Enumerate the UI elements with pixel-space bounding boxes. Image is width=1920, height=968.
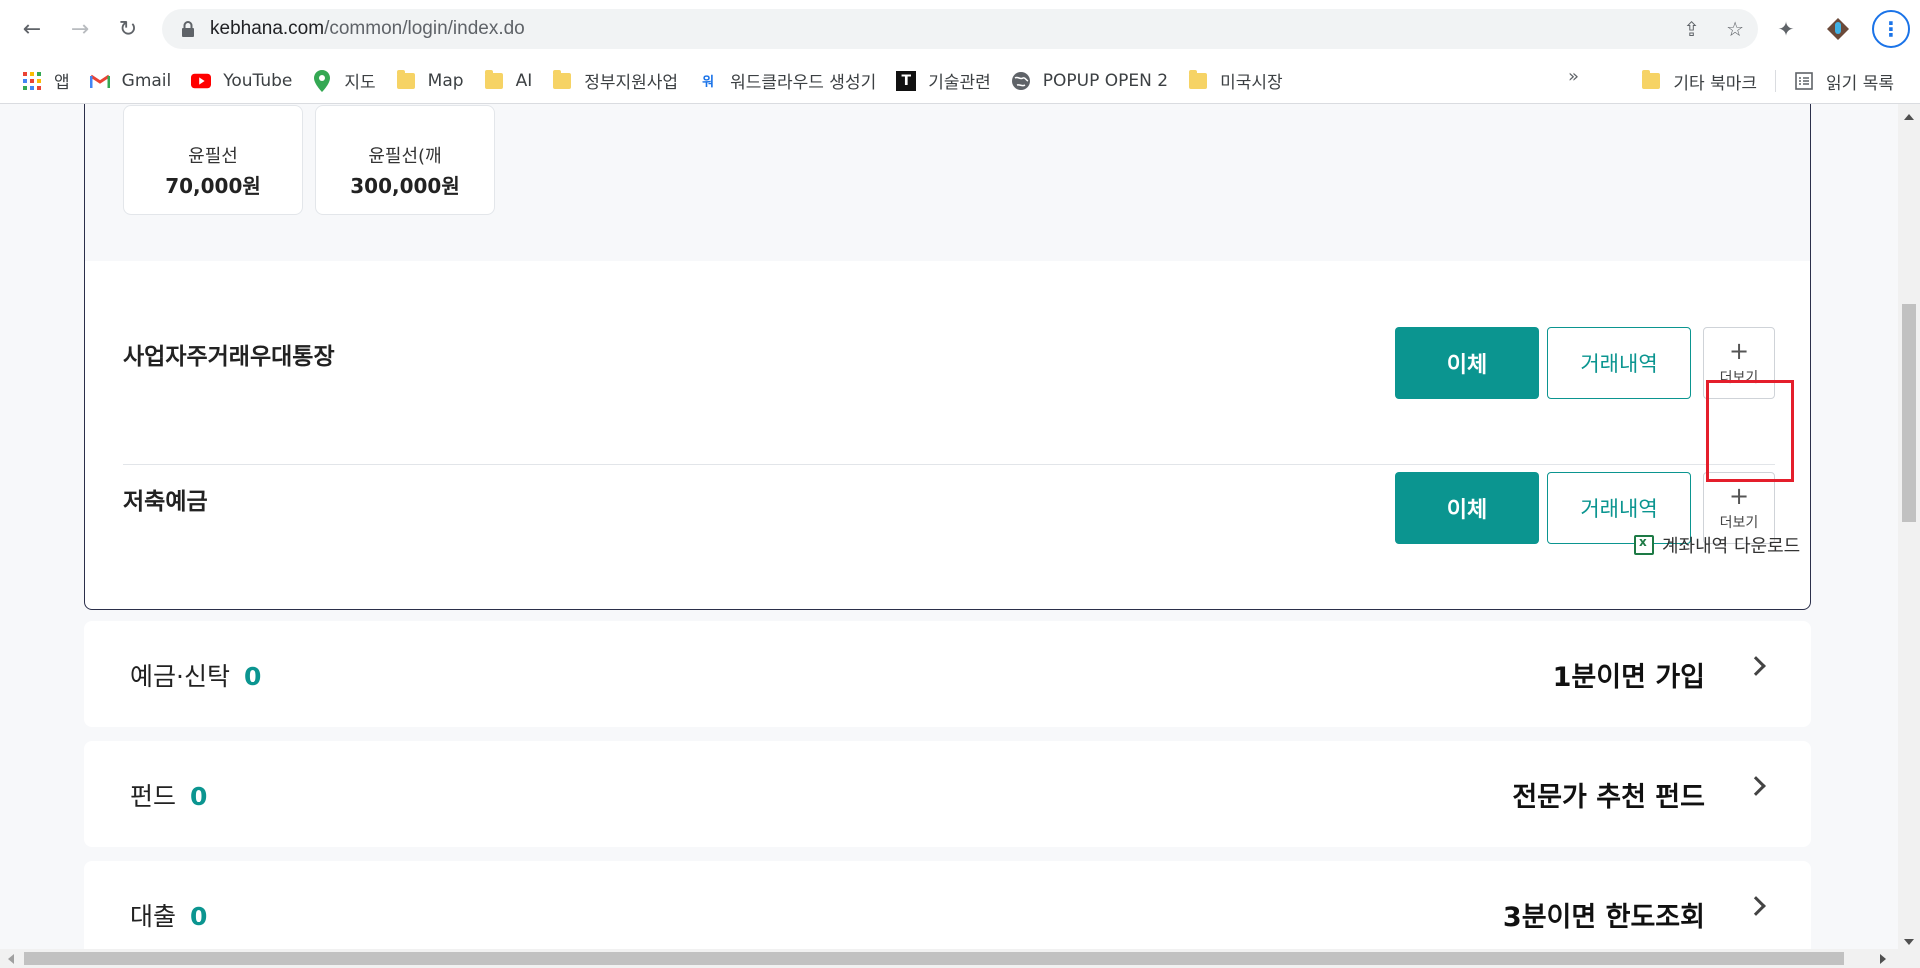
- chevron-right-icon: [1746, 896, 1766, 916]
- folder-icon: [552, 69, 572, 91]
- youtube-icon: [191, 71, 212, 91]
- product-cta: 3분이면 한도조회: [1502, 902, 1705, 933]
- account-name: 사업자주거래우대통장: [123, 344, 335, 370]
- bookmark-apps[interactable]: 앱: [12, 66, 80, 96]
- account-row: 저축예금 이체 거래내역 + 더보기: [123, 436, 1775, 581]
- product-name: 대출: [130, 902, 177, 931]
- chevron-right-icon: [1746, 656, 1766, 676]
- product-cta: 1분이면 가입: [1552, 662, 1705, 693]
- reload-icon[interactable]: ↻: [108, 9, 148, 49]
- product-card-deposit[interactable]: 예금·신탁 0 1분이면 가입: [84, 621, 1811, 727]
- horizontal-scroll-thumb[interactable]: [24, 952, 1844, 965]
- transaction-history-button[interactable]: 거래내역: [1547, 327, 1691, 399]
- bookmark-tech[interactable]: T 기술관련: [886, 66, 1001, 96]
- transfer-button[interactable]: 이체: [1395, 472, 1539, 544]
- product-cta: 전문가 추천 펀드: [1512, 782, 1705, 813]
- plus-icon: +: [1728, 482, 1750, 510]
- reading-list[interactable]: 읽기 목록: [1784, 66, 1904, 96]
- bookmark-ai-folder[interactable]: AI: [474, 66, 543, 96]
- product-count: 0: [190, 782, 208, 811]
- maps-pin-icon: [312, 69, 332, 92]
- certificate-price: 70,000원: [165, 174, 261, 198]
- product-count: 0: [243, 662, 262, 691]
- gmail-icon: [89, 71, 110, 91]
- product-name: 펀드: [130, 782, 177, 811]
- certificate-area: 윤필선 70,000원 윤필선(깨 300,000원: [85, 104, 1810, 261]
- folder-icon: [396, 69, 416, 91]
- bookmark-map-folder[interactable]: Map: [386, 66, 474, 96]
- bookmarks-bar: 앱 Gmail YouTube 지도 Map AI 정부지원사업 워 워드클라우드…: [0, 58, 1920, 104]
- certificate-name: 윤필선: [188, 146, 238, 167]
- bookmark-wordcloud[interactable]: 워 워드클라우드 생성기: [688, 66, 886, 96]
- product-card-loan[interactable]: 대출 0 3분이면 한도조회: [84, 861, 1811, 949]
- wordcloud-icon: 워: [702, 75, 715, 90]
- product-count: 0: [190, 902, 208, 931]
- vertical-scroll-thumb[interactable]: [1902, 304, 1916, 522]
- vertical-scrollbar[interactable]: [1898, 104, 1920, 949]
- product-card-fund[interactable]: 펀드 0 전문가 추천 펀드: [84, 741, 1811, 847]
- address-bar[interactable]: kebhana.com/common/login/index.do ⇪ ☆: [162, 9, 1758, 49]
- folder-icon: [1188, 69, 1208, 91]
- apps-grid-icon: [22, 71, 42, 91]
- chevron-right-icon: [1746, 776, 1766, 796]
- bookmark-popup[interactable]: POPUP OPEN 2: [1001, 66, 1178, 96]
- bookmarks-overflow-button[interactable]: »: [1568, 66, 1579, 87]
- account-row: 사업자주거래우대통장 이체 거래내역 + 더보기: [123, 291, 1775, 436]
- bookmark-star-icon[interactable]: ☆: [1726, 17, 1744, 41]
- plus-icon: +: [1728, 337, 1750, 365]
- page-content: 윤필선 70,000원 윤필선(깨 300,000원 사업자주거래우대통장 이체…: [0, 104, 1898, 949]
- folder-icon: [1641, 70, 1661, 91]
- reading-list-icon: [1794, 71, 1814, 91]
- globe-icon: [1011, 71, 1031, 91]
- certificate-item[interactable]: 윤필선(깨 300,000원: [315, 105, 495, 215]
- folder-icon: [484, 69, 504, 91]
- certificate-item[interactable]: 윤필선 70,000원: [123, 105, 303, 215]
- bookmark-maps[interactable]: 지도: [302, 66, 385, 96]
- product-name: 예금·신탁: [130, 662, 230, 691]
- transfer-button[interactable]: 이체: [1395, 327, 1539, 399]
- certificate-price: 300,000원: [350, 174, 460, 198]
- back-icon[interactable]: ←: [12, 9, 52, 49]
- scroll-up-icon[interactable]: [1904, 114, 1914, 120]
- excel-icon: [1634, 535, 1654, 555]
- download-label: 계좌내역 다운로드: [1662, 536, 1801, 557]
- bookmark-separator: [1775, 70, 1777, 92]
- lock-icon: [182, 21, 194, 37]
- t-logo-icon: T: [896, 70, 917, 91]
- more-button-label: 더보기: [1719, 515, 1759, 531]
- highlight-box: [1706, 380, 1794, 482]
- extensions-puzzle-icon[interactable]: ✦: [1768, 11, 1804, 47]
- bookmark-gov-folder[interactable]: 정부지원사업: [542, 66, 688, 96]
- profile-extension-icon[interactable]: [1820, 11, 1856, 47]
- scroll-left-icon[interactable]: [8, 954, 14, 964]
- bookmark-youtube[interactable]: YouTube: [181, 66, 302, 96]
- scroll-right-icon[interactable]: [1880, 954, 1886, 964]
- browser-toolbar: ← → ↻ kebhana.com/common/login/index.do …: [0, 0, 1920, 58]
- share-icon[interactable]: ⇪: [1683, 17, 1700, 41]
- account-name: 저축예금: [123, 489, 208, 515]
- bookmark-gmail[interactable]: Gmail: [80, 66, 182, 96]
- account-history-download[interactable]: 계좌내역 다운로드: [1634, 532, 1800, 558]
- url-text: kebhana.com/common/login/index.do: [210, 18, 525, 39]
- account-list-card: 윤필선 70,000원 윤필선(깨 300,000원 사업자주거래우대통장 이체…: [84, 104, 1811, 610]
- forward-icon[interactable]: →: [60, 9, 100, 49]
- other-bookmarks[interactable]: 기타 북마크: [1631, 66, 1767, 96]
- horizontal-scrollbar[interactable]: [0, 949, 1920, 968]
- browser-menu-icon[interactable]: ⋮: [1872, 10, 1910, 48]
- bookmark-us-market-folder[interactable]: 미국시장: [1178, 66, 1293, 96]
- scroll-down-icon[interactable]: [1904, 939, 1914, 945]
- certificate-name: 윤필선(깨: [368, 146, 442, 167]
